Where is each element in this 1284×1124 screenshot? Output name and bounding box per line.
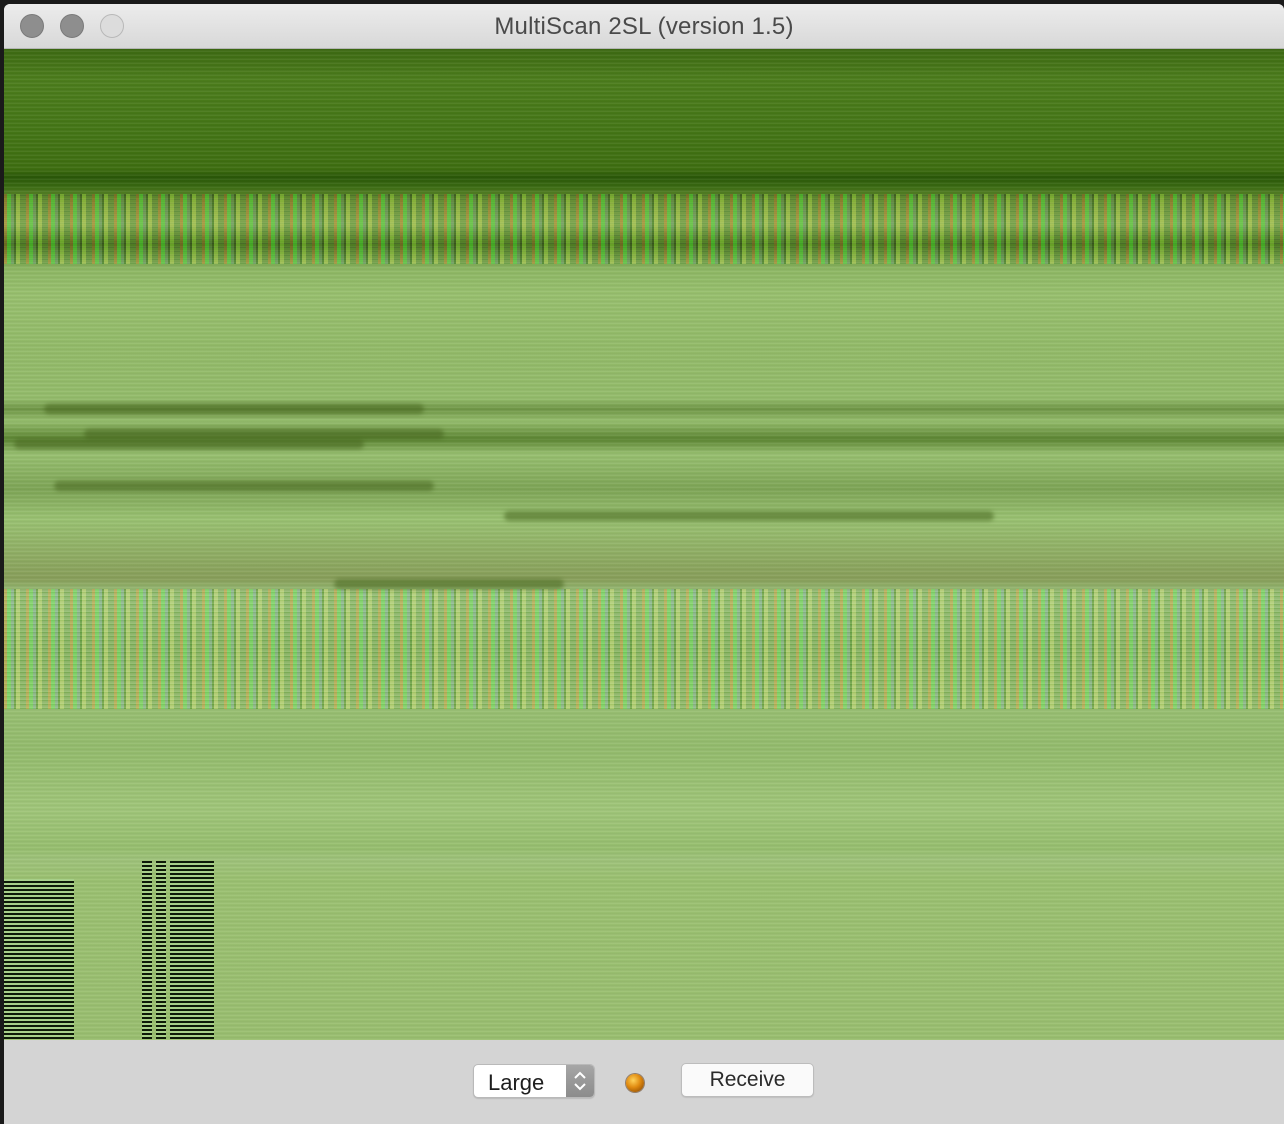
scan-preview-image <box>4 49 1284 1040</box>
scan-smear <box>44 404 424 414</box>
scan-artifact-block <box>156 861 166 1039</box>
scan-noise-band <box>4 589 1284 709</box>
scan-smear <box>84 429 444 439</box>
scan-smear <box>504 511 994 521</box>
status-led-icon <box>626 1074 644 1092</box>
updown-arrows-icon[interactable] <box>566 1065 594 1097</box>
scan-smear <box>334 579 564 589</box>
receive-button[interactable]: Receive <box>681 1063 814 1097</box>
bottom-toolbar: Large Receive <box>4 1040 1284 1124</box>
scan-smear <box>54 481 434 491</box>
scan-artifact-block <box>142 861 152 1039</box>
size-select[interactable]: Large <box>473 1064 595 1098</box>
scan-noise-band <box>4 194 1284 264</box>
title-bar[interactable]: MultiScan 2SL (version 1.5) <box>4 4 1284 49</box>
app-window: MultiScan 2SL (version 1.5) Large Receiv… <box>4 4 1284 1124</box>
scan-artifact-block <box>170 861 214 1039</box>
scan-artifact-block <box>4 879 74 1039</box>
scan-smear <box>14 439 364 449</box>
size-select-value: Large <box>488 1070 545 1095</box>
window-title: MultiScan 2SL (version 1.5) <box>494 13 794 40</box>
